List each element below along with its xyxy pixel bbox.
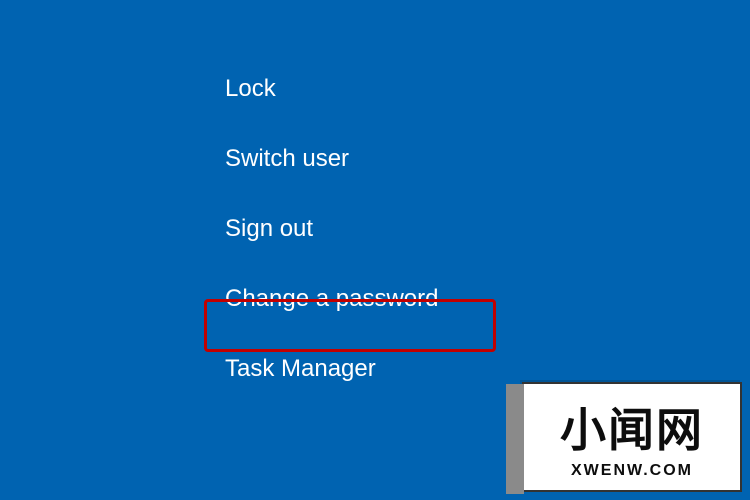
menu-item-change-password[interactable]: Change a password xyxy=(225,285,438,313)
menu-item-sign-out[interactable]: Sign out xyxy=(225,215,438,243)
menu-item-task-manager[interactable]: Task Manager xyxy=(225,355,438,383)
watermark-side-strip xyxy=(506,384,524,494)
security-options-menu: Lock Switch user Sign out Change a passw… xyxy=(225,75,438,383)
menu-item-switch-user[interactable]: Switch user xyxy=(225,145,438,173)
menu-item-lock[interactable]: Lock xyxy=(225,75,438,103)
watermark-main-text: 小闻网 xyxy=(560,394,704,460)
watermark-sub-text: XWENW.COM xyxy=(571,462,693,480)
watermark-badge: 小闻网 XWENW.COM xyxy=(522,382,742,492)
